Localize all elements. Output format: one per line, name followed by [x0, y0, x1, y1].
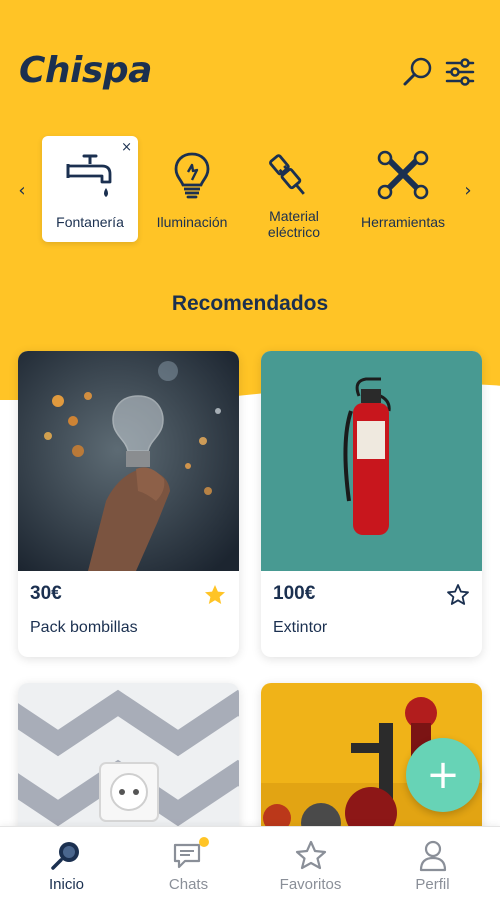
nav-label: Chats — [168, 876, 209, 893]
section-title: Recomendados — [171, 292, 329, 315]
nav-perfil[interactable]: Perfil — [370, 827, 495, 900]
person-icon — [419, 840, 446, 872]
product-title: Pack bombillas — [30, 619, 138, 636]
nav-label: Favoritos — [279, 876, 342, 893]
category-label: Material eléctrico — [246, 208, 342, 240]
plug-icon — [269, 154, 305, 195]
chat-icon-wrap — [171, 837, 209, 873]
bottom-navigation: Inicio Chats Favoritos Perfil — [0, 826, 500, 900]
tools-icon — [377, 150, 429, 200]
nav-inicio[interactable]: Inicio — [4, 827, 129, 900]
close-icon[interactable]: × — [121, 140, 132, 155]
extinguisher-photo — [261, 351, 482, 571]
search-button[interactable] — [400, 54, 436, 90]
category-carousel: ‹ × Fontanería Iluminación Material eléc… — [0, 130, 500, 245]
nav-label: Perfil — [415, 876, 450, 893]
category-label-line2: eléctrico — [267, 224, 321, 240]
category-next-button[interactable]: › — [458, 180, 478, 201]
home-search-icon — [50, 842, 79, 870]
category-prev-button[interactable]: ‹ — [12, 180, 32, 201]
nav-label: Inicio — [48, 876, 85, 893]
outlet-photo — [18, 683, 239, 843]
top-bar: Chispa — [0, 0, 500, 130]
category-herramientas[interactable]: Herramientas — [352, 136, 454, 242]
star-icon — [295, 840, 326, 870]
app-logo: Chispa — [19, 50, 152, 91]
add-listing-button[interactable]: + — [406, 738, 480, 812]
favorite-star-icon[interactable] — [203, 583, 227, 607]
category-label: Fontanería — [56, 214, 124, 230]
search-icon — [403, 57, 432, 86]
lightbulb-icon — [174, 152, 210, 199]
product-card[interactable]: 30€ Pack bombillas — [18, 351, 239, 657]
category-label-line1: Material — [269, 208, 319, 224]
category-fontaneria[interactable]: × Fontanería — [42, 136, 138, 242]
category-material-electrico[interactable]: Material eléctrico — [246, 136, 342, 242]
nav-favoritos[interactable]: Favoritos — [248, 827, 373, 900]
sliders-icon — [445, 58, 475, 86]
product-price: 100€ — [273, 583, 316, 604]
product-title: Extintor — [273, 619, 328, 636]
nav-chats[interactable]: Chats — [126, 827, 251, 900]
unread-badge — [198, 837, 209, 847]
favorite-star-icon[interactable] — [446, 583, 470, 607]
product-price: 30€ — [30, 583, 62, 604]
category-iluminacion[interactable]: Iluminación — [144, 136, 240, 242]
filter-button[interactable] — [442, 54, 478, 90]
product-card[interactable]: 100€ Extintor — [261, 351, 482, 657]
category-label: Herramientas — [360, 214, 446, 230]
category-label: Iluminación — [156, 214, 228, 230]
faucet-icon — [66, 154, 112, 197]
product-card[interactable] — [18, 683, 239, 843]
lightbulb-photo — [18, 351, 239, 571]
